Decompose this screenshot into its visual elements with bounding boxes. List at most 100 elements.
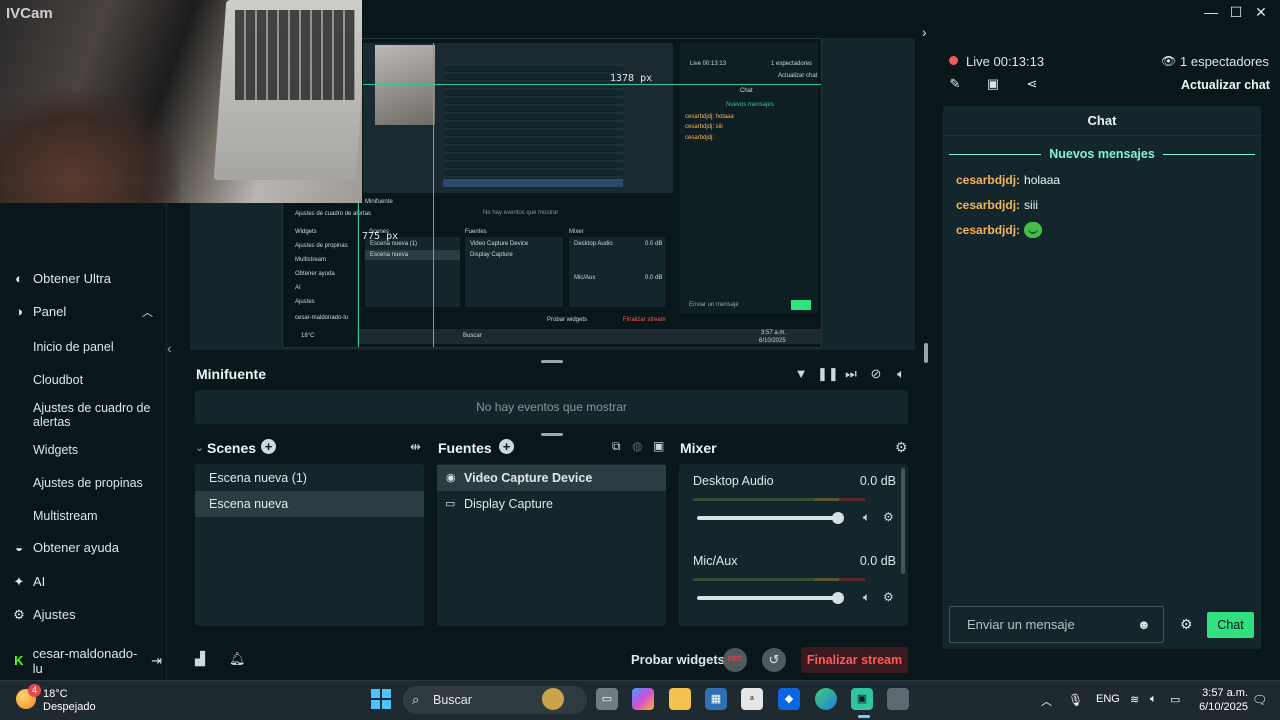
bell-icon[interactable]: 🔔︎ xyxy=(229,651,246,667)
chat-text: siii xyxy=(1024,198,1039,212)
logout-icon[interactable]: ⇥ xyxy=(151,653,162,669)
sidebar-item-inicio-de-panel[interactable]: Inicio de panel xyxy=(33,340,163,354)
dropbox-icon[interactable]: ◆ xyxy=(778,688,800,710)
battery-icon[interactable]: ▭ xyxy=(1170,693,1180,706)
collapse-sidebar-icon[interactable]: ‹ xyxy=(167,340,181,364)
mini-text: 0.0 dB xyxy=(645,241,663,247)
chat-settings-icon[interactable]: ⚙ xyxy=(1180,616,1193,633)
clock-time[interactable]: 3:57 a.m. xyxy=(1198,687,1248,699)
mini-text: Live 00:13:13 xyxy=(690,61,727,67)
source-layout-icon[interactable]: ⧉ xyxy=(612,439,621,454)
weather-temperature[interactable]: 18°C xyxy=(43,688,68,700)
skip-icon[interactable]: ⏭ xyxy=(842,366,860,382)
file-explorer-icon[interactable] xyxy=(669,688,691,710)
slider-knob[interactable] xyxy=(832,592,844,604)
sidebar-item-ajustes-propinas[interactable]: Ajustes de propinas xyxy=(33,476,163,490)
task-view-icon[interactable]: ▭ xyxy=(596,688,618,710)
sidebar-item-ajustes[interactable]: ⚙ Ajustes xyxy=(12,607,162,622)
sidebar-item-obtener-ultra[interactable]: ◐ Obtener Ultra xyxy=(12,271,162,286)
clock-date[interactable]: 6/10/2025 xyxy=(1188,701,1248,713)
stats-icon[interactable]: ▟ xyxy=(195,651,205,667)
speaker-icon[interactable]: 🔈︎ xyxy=(863,510,870,525)
gear-icon[interactable]: ⚙ xyxy=(883,590,894,604)
emote-icon xyxy=(1024,222,1043,238)
sidebar-item-ai[interactable]: ✦ AI xyxy=(12,574,162,589)
share-icon[interactable]: ⋖ xyxy=(1023,76,1041,92)
close-button[interactable]: ✕ xyxy=(1249,2,1273,22)
scene-item[interactable]: Escena nueva (1) xyxy=(195,465,424,491)
mini-text: cesarbdjdj: siii xyxy=(685,124,723,130)
send-chat-button[interactable]: Chat xyxy=(1207,612,1254,638)
source-item-selected[interactable]: Video Capture Device xyxy=(437,465,666,491)
end-stream-button[interactable]: Finalizar stream xyxy=(801,647,908,673)
filter-icon[interactable]: ▼ xyxy=(792,366,810,382)
amazon-icon[interactable]: a xyxy=(741,688,763,710)
scene-item-selected[interactable]: Escena nueva xyxy=(195,491,424,517)
chevron-up-icon[interactable]: ︿ xyxy=(142,304,153,320)
webcam-keyboard xyxy=(235,10,355,100)
replay-buffer-button[interactable]: ↺ xyxy=(762,648,786,672)
mini-text: Ajustes de propinas xyxy=(295,243,348,249)
mixer-settings-icon[interactable]: ⚙ xyxy=(895,439,908,456)
notification-icon[interactable]: 🗨︎ xyxy=(1252,693,1267,707)
mixer-scrollbar[interactable] xyxy=(901,468,905,574)
wifi-icon[interactable]: ≋ xyxy=(1130,693,1139,706)
eye-icon: 👁︎ xyxy=(1161,54,1177,68)
mini-text: Enviar un mensaje xyxy=(689,302,739,308)
volume-slider[interactable] xyxy=(697,512,844,524)
chat-username[interactable]: cesarbdjdj: xyxy=(956,198,1020,212)
drag-handle[interactable] xyxy=(541,360,563,363)
ivcam-app-icon[interactable] xyxy=(887,688,909,710)
expand-chat-icon[interactable]: › xyxy=(922,24,936,42)
sidebar-item-cloudbot[interactable]: Cloudbot xyxy=(33,373,163,387)
add-source-button[interactable]: + xyxy=(499,439,514,454)
speaker-icon[interactable]: 🔈︎ xyxy=(863,590,870,605)
scene-transition-icon[interactable]: ⇹ xyxy=(410,439,421,455)
chat-message-input[interactable] xyxy=(949,606,1164,643)
help-icon: ◒ xyxy=(15,539,23,555)
slider-knob[interactable] xyxy=(832,512,844,524)
sidebar-item-ajustes-alertas[interactable]: Ajustes de cuadro de alertas xyxy=(33,401,163,429)
language-indicator[interactable]: ENG xyxy=(1096,693,1120,705)
windows-start-icon[interactable] xyxy=(371,689,391,709)
volume-slider[interactable] xyxy=(697,592,844,604)
volume-icon[interactable]: 🔈︎ xyxy=(892,366,910,382)
sidebar-item-multistream[interactable]: Multistream xyxy=(33,509,163,523)
speaker-tray-icon[interactable]: 🔈︎ xyxy=(1150,693,1157,706)
mute-notifications-icon[interactable]: ⊘ xyxy=(867,366,885,382)
emoji-icon[interactable]: ☻ xyxy=(1137,617,1151,632)
split-handle[interactable] xyxy=(924,343,928,363)
chat-username[interactable]: cesarbdjdj: xyxy=(956,223,1020,237)
live-indicator xyxy=(949,56,958,65)
source-item[interactable]: Display Capture xyxy=(437,491,666,517)
chevron-down-icon[interactable]: ⌄ xyxy=(195,441,204,454)
pause-icon[interactable]: ❚❚ xyxy=(817,366,839,382)
chat-username[interactable]: cesarbdjdj: xyxy=(956,173,1020,187)
record-button[interactable]: REC xyxy=(723,648,747,672)
refresh-chat-button[interactable]: Actualizar chat xyxy=(1181,78,1270,92)
weather-description[interactable]: Despejado xyxy=(43,701,96,713)
microphone-icon[interactable]: 🎙︎ xyxy=(1068,693,1083,707)
test-widgets-button[interactable]: Probar widgets xyxy=(631,652,725,667)
edge-icon[interactable] xyxy=(815,688,837,710)
sidebar-item-account[interactable]: K cesar-maldonado-lu ⇥ xyxy=(12,646,162,676)
stream-preview-screen[interactable]: Ajustes de cuadro de alertas Widgets Aju… xyxy=(282,38,822,348)
streamlabs-icon[interactable]: ▣ xyxy=(851,688,873,710)
sidebar-item-panel[interactable]: ◑ Panel ︿ xyxy=(12,304,162,319)
gear-icon[interactable]: ⚙ xyxy=(883,510,894,524)
maximize-button[interactable]: ☐ xyxy=(1224,2,1248,22)
drag-handle[interactable] xyxy=(541,433,563,436)
add-folder-icon[interactable]: ▣ xyxy=(653,439,664,453)
sidebar-item-obtener-ayuda[interactable]: ◒ Obtener ayuda xyxy=(12,540,162,555)
edit-icon[interactable]: ✎ xyxy=(946,76,964,92)
store-icon[interactable]: ▦ xyxy=(705,688,727,710)
minimize-button[interactable]: — xyxy=(1199,2,1223,22)
sidebar-item-widgets[interactable]: Widgets xyxy=(33,443,163,457)
tray-chevron-icon[interactable]: ︿ xyxy=(1041,693,1052,709)
clip-icon[interactable]: ▣ xyxy=(984,76,1002,92)
mini-text: Ajustes xyxy=(295,299,315,305)
add-scene-button[interactable]: + xyxy=(261,439,276,454)
copilot-icon[interactable] xyxy=(632,688,654,710)
source-visibility-icon[interactable]: ◍ xyxy=(632,439,642,453)
search-highlight-icon[interactable] xyxy=(542,688,564,710)
